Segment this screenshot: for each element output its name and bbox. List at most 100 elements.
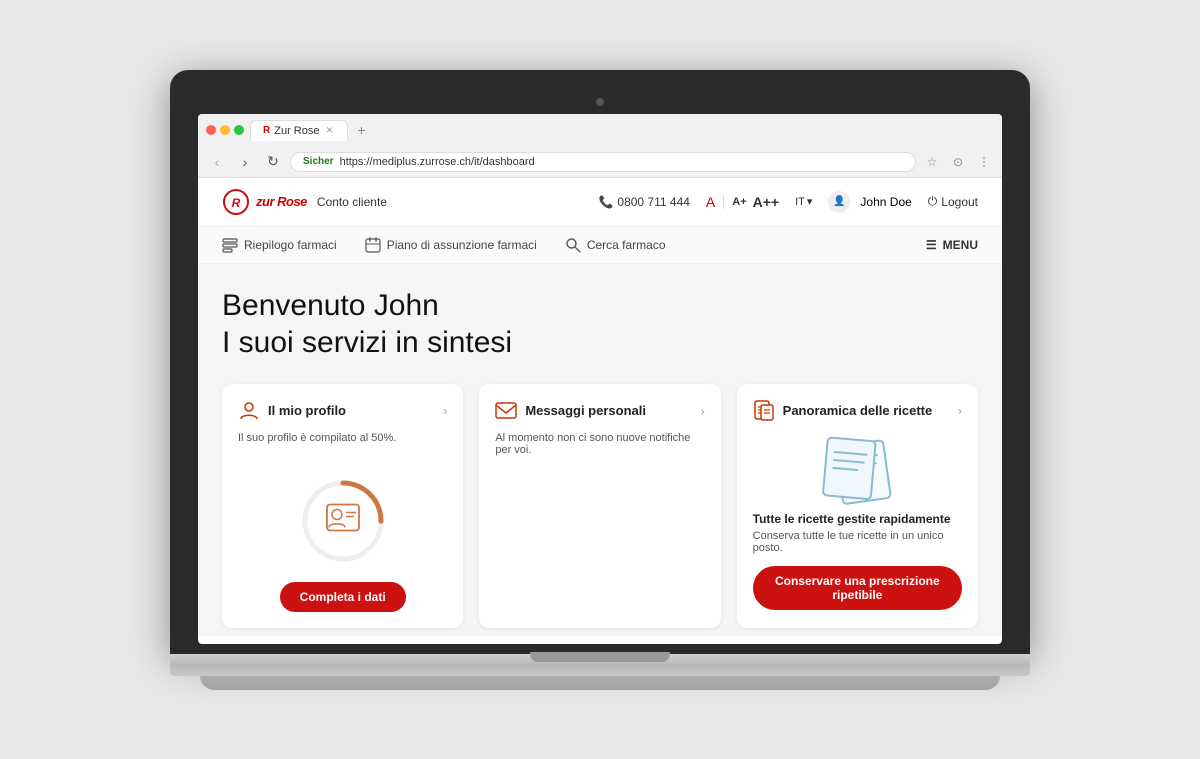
address-bar-row: ‹ › ↻ Sicher https://mediplus.zurrose.ch…: [198, 147, 1002, 177]
minimize-btn[interactable]: [220, 125, 230, 135]
piano-icon: [365, 237, 381, 253]
tab-close[interactable]: ✕: [323, 125, 335, 137]
logo-subtitle: Conto cliente: [317, 195, 387, 209]
complete-profile-btn[interactable]: Completa i dati: [280, 582, 406, 612]
tab-favicon: R: [263, 125, 270, 136]
profile-card-header: Il mio profilo ›: [238, 400, 447, 422]
piano-svg: [365, 237, 381, 253]
messages-card-desc: Al momento non ci sono nuove notifiche p…: [495, 432, 704, 456]
messages-card: Messaggi personali › Al momento non ci s…: [479, 384, 720, 628]
zur-rose-logo[interactable]: R zur Rose Conto cliente: [222, 188, 387, 216]
riepilogo-svg: [222, 237, 238, 253]
browser-menu-btn[interactable]: ⋮: [974, 152, 994, 172]
logout-label: Logout: [941, 195, 978, 209]
forward-btn[interactable]: ›: [234, 151, 256, 173]
hinge: [530, 652, 670, 662]
browser-right-icons: ☆ ⊙ ⋮: [922, 152, 994, 172]
profile-card-icon-svg: [238, 400, 260, 422]
user-area: 👤 John Doe: [828, 191, 911, 213]
prescriptions-card-title: Panoramica delle ricette: [783, 403, 933, 418]
user-name: John Doe: [860, 195, 911, 209]
screen-bezel: R Zur Rose ✕ + ‹ › ↻ Sicher https://medi…: [170, 70, 1030, 654]
laptop-base: [200, 676, 1000, 690]
laptop-screen: R Zur Rose ✕ + ‹ › ↻ Sicher https://medi…: [198, 114, 1002, 644]
laptop-bottom: [170, 654, 1030, 676]
profile-center-icon: [326, 503, 360, 538]
site-nav: Riepilogo farmaci Piano di assunzione fa…: [198, 227, 1002, 264]
welcome-sub: I suoi servizi in sintesi: [222, 326, 978, 360]
profile-card: Il mio profilo › Il suo profilo è compil…: [222, 384, 463, 628]
profile-icon: [238, 400, 260, 422]
menu-label: MENU: [943, 238, 978, 252]
browser-chrome: R Zur Rose ✕ + ‹ › ↻ Sicher https://medi…: [198, 114, 1002, 178]
address-bar[interactable]: Sicher https://mediplus.zurrose.ch/it/da…: [290, 152, 916, 172]
presc-section-desc: Conserva tutte le tue ricette in un unic…: [753, 530, 962, 554]
camera: [596, 98, 604, 106]
save-prescription-btn[interactable]: Conservare una prescrizione ripetibile: [753, 566, 962, 610]
close-btn[interactable]: [206, 125, 216, 135]
profile-btn[interactable]: ⊙: [948, 152, 968, 172]
back-btn[interactable]: ‹: [206, 151, 228, 173]
website: R zur Rose Conto cliente 📞 0800 711 444 …: [198, 178, 1002, 636]
nav-piano-label: Piano di assunzione farmaci: [387, 238, 537, 252]
new-tab-btn[interactable]: +: [352, 121, 370, 139]
font-warning-icon: A: [706, 194, 715, 210]
cards-grid: Il mio profilo › Il suo profilo è compil…: [222, 384, 978, 628]
font-controls: A A+ A++: [706, 194, 779, 210]
messages-card-arrow[interactable]: ›: [701, 404, 705, 418]
phone-display: 📞 0800 711 444: [598, 195, 689, 209]
profile-card-desc: Il suo profilo è compilato al 50%.: [238, 432, 447, 444]
nav-riepilogo[interactable]: Riepilogo farmaci: [222, 237, 337, 253]
tab-bar: R Zur Rose ✕ +: [250, 120, 994, 141]
font-lg-btn[interactable]: A++: [753, 194, 779, 210]
prescription-visual: [753, 432, 962, 512]
prescriptions-card-header: Panoramica delle ricette ›: [753, 400, 962, 422]
lang-selector[interactable]: IT ▾: [795, 195, 812, 208]
logo-svg: R: [222, 188, 250, 216]
messages-card-title: Messaggi personali: [525, 403, 646, 418]
nav-piano[interactable]: Piano di assunzione farmaci: [365, 237, 537, 253]
site-main: Benvenuto John I suoi servizi in sintesi: [198, 264, 1002, 636]
cerca-svg: [565, 237, 581, 253]
welcome-heading: Benvenuto John: [222, 288, 978, 324]
messages-title-row: Messaggi personali: [495, 400, 646, 422]
phone-number: 0800 711 444: [617, 195, 690, 209]
svg-text:R: R: [232, 196, 241, 210]
profile-card-arrow[interactable]: ›: [443, 404, 447, 418]
presc-section-title: Tutte le ricette gestite rapidamente: [753, 512, 962, 526]
browser-titlebar: R Zur Rose ✕ +: [198, 114, 1002, 147]
lang-text: IT: [795, 196, 805, 208]
cerca-icon: [565, 237, 581, 253]
profile-card-title: Il mio profilo: [268, 403, 346, 418]
phone-icon: 📞: [598, 195, 613, 209]
menu-btn[interactable]: ☰ MENU: [926, 238, 978, 252]
profile-progress-circle: [298, 476, 388, 566]
maximize-btn[interactable]: [234, 125, 244, 135]
font-sm-btn[interactable]: A+: [732, 196, 746, 208]
secure-badge: Sicher: [303, 156, 334, 167]
star-btn[interactable]: ☆: [922, 152, 942, 172]
menu-icon: ☰: [926, 238, 937, 252]
riepilogo-icon: [222, 237, 238, 253]
prescriptions-title-row: Panoramica delle ricette: [753, 400, 933, 422]
prescriptions-icon-svg: [753, 400, 775, 422]
prescriptions-card-arrow[interactable]: ›: [958, 404, 962, 418]
prescription-docs-svg: [797, 432, 917, 512]
messages-icon-svg: [495, 400, 517, 422]
logout-btn[interactable]: ⏻ Logout: [928, 194, 978, 209]
nav-cerca-label: Cerca farmaco: [587, 238, 666, 252]
browser-tab[interactable]: R Zur Rose ✕: [250, 120, 348, 141]
logo-text: zur Rose: [256, 194, 307, 209]
lang-arrow: ▾: [807, 195, 813, 208]
laptop: R Zur Rose ✕ + ‹ › ↻ Sicher https://medi…: [170, 70, 1030, 690]
nav-riepilogo-label: Riepilogo farmaci: [244, 238, 337, 252]
doc-front: [823, 437, 876, 499]
refresh-btn[interactable]: ↻: [262, 151, 284, 173]
id-card-icon: [326, 503, 360, 531]
nav-cerca[interactable]: Cerca farmaco: [565, 237, 666, 253]
prescriptions-card: Panoramica delle ricette ›: [737, 384, 978, 628]
tab-title: Zur Rose: [274, 125, 319, 137]
window-controls: [206, 125, 244, 135]
messages-icon: [495, 400, 517, 422]
url-text: https://mediplus.zurrose.ch/it/dashboard: [340, 156, 535, 168]
